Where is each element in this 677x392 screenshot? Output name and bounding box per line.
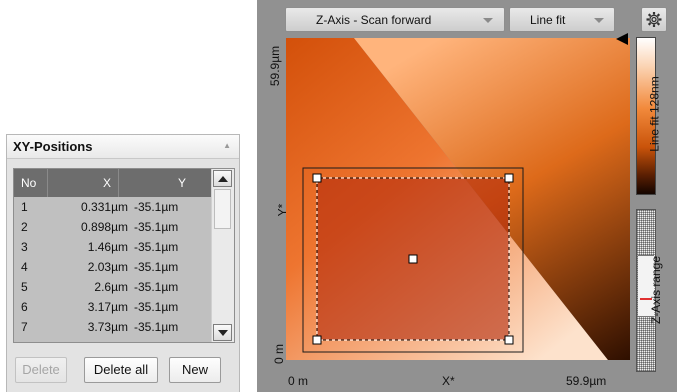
resize-handle-bottom-right[interactable] <box>504 335 514 345</box>
resize-handle-bottom-left[interactable] <box>312 335 322 345</box>
z-axis-range-label: Z-Axis range <box>649 255 664 325</box>
resize-handle-top-right[interactable] <box>504 173 514 183</box>
color-scale-label: Line fit 128nm <box>647 76 662 152</box>
resize-handle-top-left[interactable] <box>312 173 322 183</box>
center-handle[interactable] <box>408 254 418 264</box>
scan-image-layer <box>286 33 630 360</box>
